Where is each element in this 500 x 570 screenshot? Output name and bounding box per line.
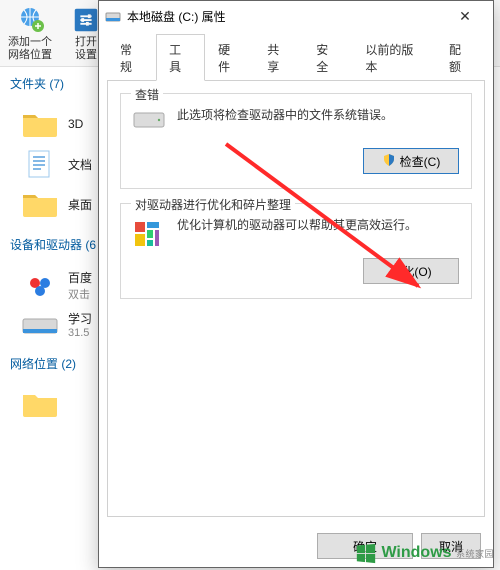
group-title: 查错 — [131, 86, 163, 103]
tab-sharing[interactable]: 共享 — [254, 34, 303, 81]
folder-icon — [20, 388, 60, 420]
baidu-icon — [20, 272, 60, 300]
cancel-button[interactable]: 取消 — [421, 533, 481, 559]
optimize-group: 对驱动器进行优化和碎片整理 优化计算机的驱动器可以帮助其更高效运行。 优化(O) — [120, 203, 472, 299]
drive-icon — [133, 110, 165, 134]
item-sublabel: 双击 — [68, 286, 92, 302]
toolbar-label: 打开 设置 — [75, 36, 97, 62]
tab-hardware[interactable]: 硬件 — [205, 34, 254, 81]
item-sublabel: 31.5 — [68, 327, 92, 339]
item-label: 桌面 — [68, 196, 92, 213]
item-label: 文档 — [68, 156, 92, 173]
item-label: 百度 — [68, 269, 92, 286]
documents-icon — [20, 148, 60, 180]
error-checking-group: 查错 此选项将检查驱动器中的文件系统错误。 检查(C) — [120, 93, 472, 189]
network-location-icon — [14, 4, 46, 36]
properties-dialog: 本地磁盘 (C:) 属性 ✕ 常规 工具 硬件 共享 安全 以前的版本 配额 查… — [98, 0, 494, 568]
button-label: 取消 — [439, 538, 463, 555]
dialog-title: 本地磁盘 (C:) 属性 — [127, 8, 443, 25]
tab-tools[interactable]: 工具 — [156, 34, 205, 81]
tab-page-tools: 查错 此选项将检查驱动器中的文件系统错误。 检查(C) 对驱动器进行优化和碎片整… — [107, 80, 485, 517]
drive-icon — [20, 311, 60, 339]
folder-icon — [20, 188, 60, 220]
shield-icon — [382, 153, 396, 170]
toolbar-add-network-location[interactable]: 添加一个 网络位置 — [8, 4, 52, 62]
group-title: 对驱动器进行优化和碎片整理 — [131, 196, 295, 213]
group-description: 此选项将检查驱动器中的文件系统错误。 — [177, 106, 459, 125]
button-label: 确定 — [353, 538, 377, 555]
toolbar-label: 添加一个 网络位置 — [8, 36, 52, 62]
ok-button[interactable]: 确定 — [317, 533, 413, 559]
drive-icon — [105, 8, 121, 24]
defrag-icon — [133, 220, 165, 244]
close-button[interactable]: ✕ — [443, 2, 487, 30]
item-label: 3D — [68, 117, 83, 131]
tab-bar: 常规 工具 硬件 共享 安全 以前的版本 配额 — [99, 33, 493, 80]
dialog-button-row: 确定 取消 — [99, 525, 493, 567]
folder-icon — [20, 108, 60, 140]
tab-security[interactable]: 安全 — [303, 34, 352, 81]
button-label: 优化(O) — [390, 263, 431, 280]
tab-general[interactable]: 常规 — [107, 34, 156, 81]
button-label: 检查(C) — [400, 153, 441, 170]
tab-quota[interactable]: 配额 — [436, 34, 485, 81]
group-description: 优化计算机的驱动器可以帮助其更高效运行。 — [177, 216, 459, 235]
tab-previous-versions[interactable]: 以前的版本 — [352, 34, 436, 81]
optimize-button[interactable]: 优化(O) — [363, 258, 459, 284]
dialog-titlebar[interactable]: 本地磁盘 (C:) 属性 ✕ — [99, 1, 493, 31]
check-button[interactable]: 检查(C) — [363, 148, 459, 174]
item-label: 学习 — [68, 310, 92, 327]
